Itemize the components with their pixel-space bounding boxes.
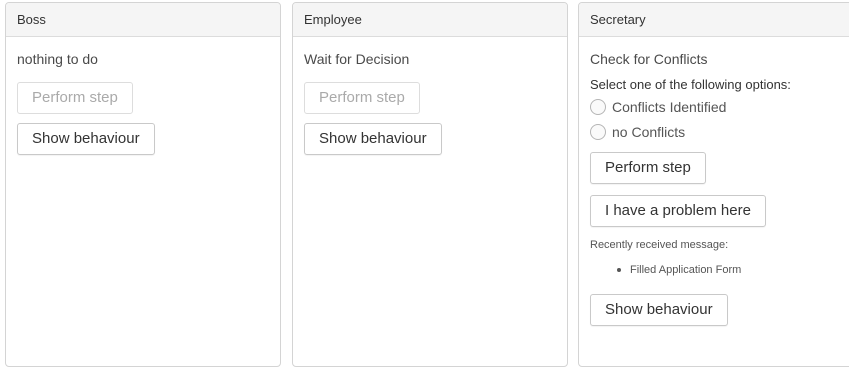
panel-header: Secretary <box>579 3 849 37</box>
current-step: nothing to do <box>17 51 98 67</box>
option-conflicts-identified[interactable]: Conflicts Identified <box>590 97 841 117</box>
recent-messages-label: Recently received message: <box>590 239 729 251</box>
options-label: Select one of the following options: <box>590 77 791 92</box>
perform-step-button[interactable]: Perform step <box>17 82 133 114</box>
current-step: Wait for Decision <box>304 51 410 67</box>
bullet-icon <box>617 268 621 272</box>
employee-panel: Employee Wait for Decision Perform step … <box>292 2 568 367</box>
panel-title: Boss <box>17 12 46 27</box>
show-behaviour-button[interactable]: Show behaviour <box>590 294 728 326</box>
list-item: Filled Application Form <box>617 264 841 276</box>
radio-button[interactable] <box>590 124 606 140</box>
message-text: Filled Application Form <box>630 264 742 276</box>
radio-button[interactable] <box>590 99 606 115</box>
show-behaviour-button[interactable]: Show behaviour <box>304 123 442 155</box>
panel-title: Secretary <box>590 12 646 27</box>
panel-header: Employee <box>293 3 567 37</box>
option-label: Conflicts Identified <box>612 99 727 115</box>
panel-header: Boss <box>6 3 280 37</box>
boss-panel: Boss nothing to do Perform step Show beh… <box>5 2 281 367</box>
secretary-panel: Secretary Check for Conflicts Select one… <box>578 2 849 367</box>
current-step: Check for Conflicts <box>590 51 708 67</box>
option-no-conflicts[interactable]: no Conflicts <box>590 122 841 142</box>
perform-step-button[interactable]: Perform step <box>590 152 706 184</box>
perform-step-button[interactable]: Perform step <box>304 82 420 114</box>
problem-button[interactable]: I have a problem here <box>590 195 766 227</box>
show-behaviour-button[interactable]: Show behaviour <box>17 123 155 155</box>
option-label: no Conflicts <box>612 124 686 140</box>
message-list: Filled Application Form <box>590 264 841 276</box>
panel-title: Employee <box>304 12 362 27</box>
